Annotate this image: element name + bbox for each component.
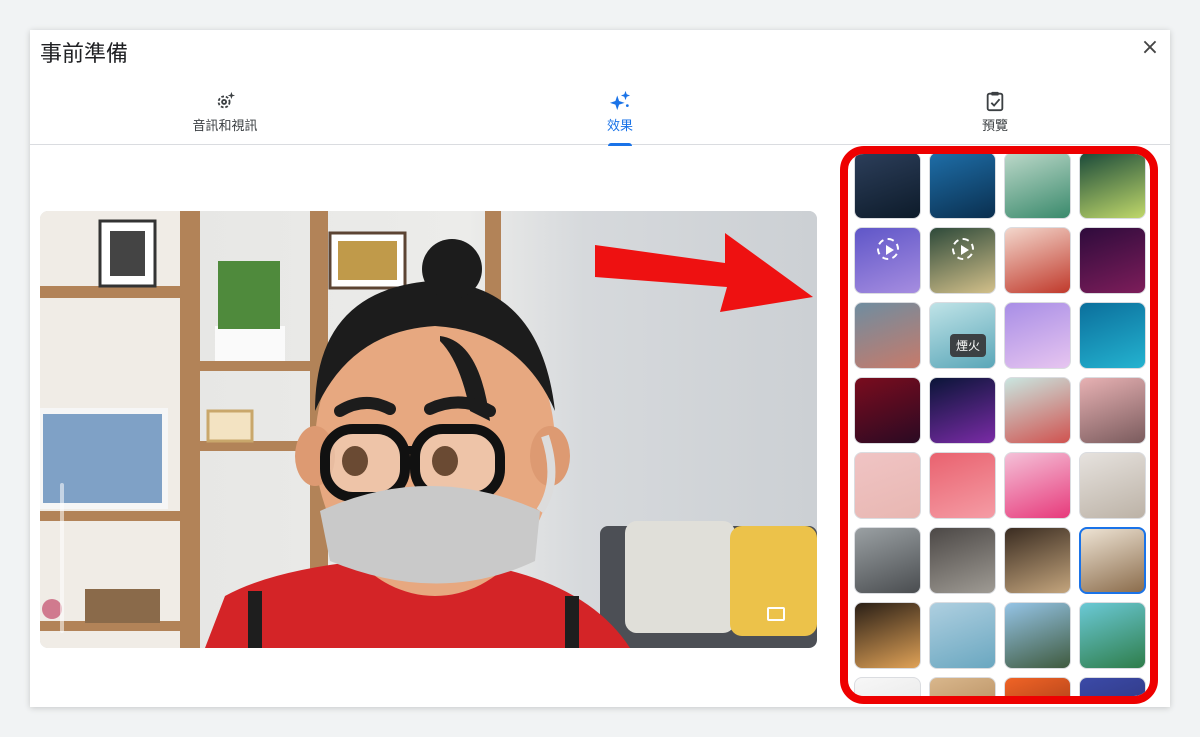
background-tile-bg-tropical-beach[interactable] — [1079, 602, 1146, 669]
background-tile-bg-purple-room[interactable] — [854, 227, 921, 294]
background-tile-bg-night-hall[interactable] — [854, 602, 921, 669]
effects-panel[interactable]: 煙火 — [840, 146, 1158, 704]
background-tile-bg-beach-rocks[interactable] — [1004, 154, 1071, 219]
background-tile-bg-water[interactable] — [1079, 302, 1146, 369]
background-tile-bg-forest-glow[interactable] — [1079, 154, 1146, 219]
background-tile-bg-gallery-wall[interactable] — [1079, 452, 1146, 519]
background-tile-bg-white-room[interactable] — [854, 677, 921, 696]
background-tile-bg-blue-night[interactable] — [929, 154, 996, 219]
background-tile-bg-fern[interactable] — [1079, 677, 1146, 696]
settings-sparkle-icon — [217, 91, 236, 109]
background-tile-bg-loft[interactable] — [929, 527, 996, 594]
tab-bar: 音訊和視訊 效果 預覽 — [30, 85, 1170, 146]
video-play-icon — [952, 238, 974, 260]
tile-tooltip: 煙火 — [950, 334, 987, 357]
background-tile-bg-glass-room[interactable] — [854, 527, 921, 594]
dialog-title: 事前準備 — [40, 42, 129, 67]
close-icon[interactable]: × — [1138, 36, 1162, 60]
background-tile-bg-shelf-room[interactable] — [1079, 527, 1146, 594]
tab-preview-label: 預覽 — [981, 119, 1008, 134]
captions-icon[interactable] — [767, 607, 785, 621]
background-tile-bg-autumn[interactable] — [1004, 677, 1071, 696]
backgrounds-grid — [854, 154, 1146, 696]
sparkle-icon — [609, 90, 631, 111]
background-tile-bg-magic-forest[interactable] — [929, 227, 996, 294]
background-tile-bg-fireworks[interactable] — [929, 377, 996, 444]
tab-effects-label: 效果 — [606, 119, 633, 134]
tab-audio-video-label: 音訊和視訊 — [192, 119, 258, 134]
background-tile-bg-pink-flowers[interactable] — [1079, 377, 1146, 444]
background-tile-bg-pink-pattern[interactable] — [929, 452, 996, 519]
tab-audio-video[interactable]: 音訊和視訊 — [105, 85, 345, 145]
tab-effects[interactable]: 效果 — [500, 85, 740, 146]
background-tile-bg-red-dragon[interactable] — [1004, 227, 1071, 294]
background-tile-bg-galaxy[interactable] — [854, 377, 921, 444]
background-tile-bg-purple-stage[interactable] — [1079, 227, 1146, 294]
background-tile-bg-sea-arch[interactable] — [929, 602, 996, 669]
background-tile-bg-petals[interactable] — [1004, 452, 1071, 519]
background-tile-bg-clouds[interactable] — [1004, 302, 1071, 369]
background-tile-bg-confetti[interactable] — [854, 452, 921, 519]
background-tile-bg-library[interactable] — [1004, 527, 1071, 594]
background-tile-bg-cinema[interactable] — [854, 154, 921, 219]
red-arrow-annotation — [595, 233, 813, 312]
background-tile-bg-wood[interactable] — [929, 677, 996, 696]
background-tile-bg-dusk[interactable] — [854, 302, 921, 369]
volume-slider[interactable] — [60, 483, 64, 633]
background-tile-bg-mountains[interactable] — [1004, 602, 1071, 669]
clipboard-check-icon — [986, 91, 1004, 112]
background-tile-bg-flower-field[interactable] — [1004, 377, 1071, 444]
tab-preview[interactable]: 預覽 — [875, 85, 1115, 145]
active-tab-indicator — [608, 143, 632, 146]
video-play-icon — [877, 238, 899, 260]
